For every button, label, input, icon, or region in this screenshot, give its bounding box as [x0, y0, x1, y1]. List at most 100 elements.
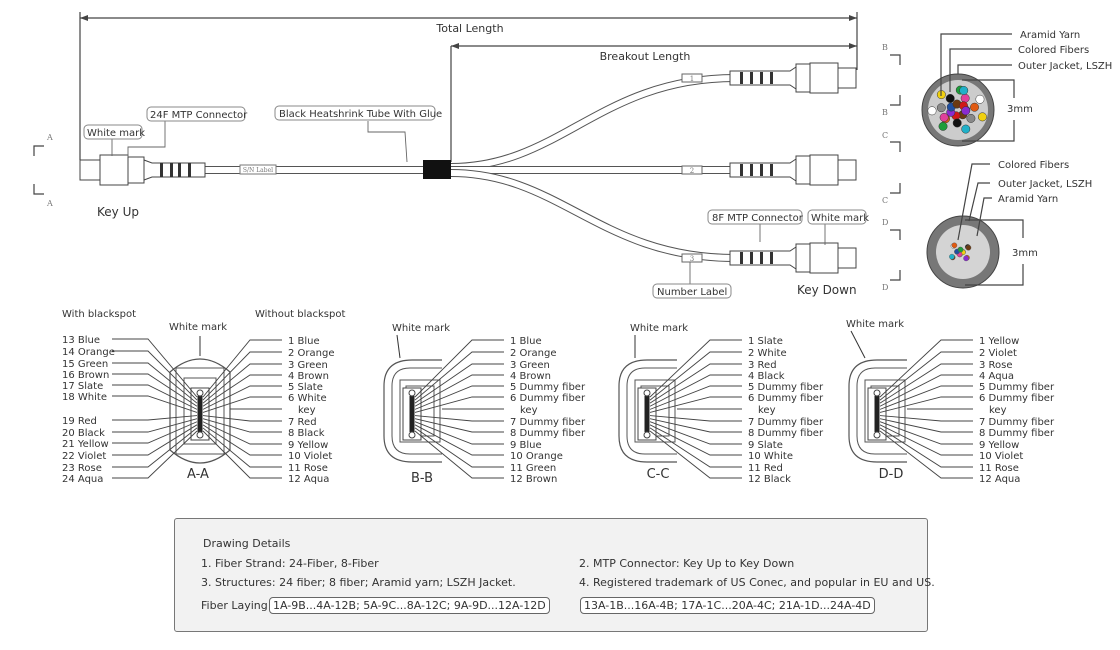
fiber-label: 3 Green [510, 360, 550, 371]
fiber-label: 18 White [62, 392, 107, 403]
connector-ferrule-housing [837, 159, 857, 181]
drawing-details-panel: Drawing Details 1. Fiber Strand: 24-Fibe… [174, 518, 935, 632]
fiber-label: 10 Violet [979, 451, 1023, 462]
connector-ferrule-housing [837, 247, 857, 269]
fiber-label: 5 Dummy fiber [510, 382, 586, 393]
fiber-label: 7 Red [288, 417, 317, 428]
key-down-label: Key Down [797, 283, 857, 297]
fiber-laying-label: Fiber Laying: [201, 599, 272, 612]
fiber-label: 11 Green [510, 463, 556, 474]
fiber-label: 16 Brown [62, 370, 109, 381]
fiber-leader [414, 385, 504, 410]
fiber-leader [649, 424, 742, 456]
fiber-label: 9 Blue [510, 440, 542, 451]
section-marker-letter: C [882, 196, 888, 205]
fiber [952, 118, 962, 128]
section-marker-b: B B [882, 43, 901, 117]
callout-number-label: Number Label [652, 262, 732, 299]
fiber-leader [414, 351, 504, 401]
boot-rib [740, 72, 743, 84]
connector-housing [809, 62, 839, 94]
white-mark-left-label: White mark [87, 128, 145, 139]
fiber-label: 6 Dummy fiber [979, 393, 1055, 404]
total-length-dimension: Total Length [79, 12, 858, 160]
fiber-label: 5 Dummy fiber [979, 382, 1055, 393]
section-title: D-D [879, 467, 904, 482]
boot-rib [170, 163, 173, 177]
fiber-leader [879, 415, 973, 422]
fiber-leader [202, 385, 282, 410]
boot-rib [760, 164, 763, 176]
fiber-leader [414, 427, 504, 468]
boot-rib [188, 163, 191, 177]
fiber [938, 121, 948, 131]
fiber-label: key [520, 405, 538, 416]
leg-number: 3 [690, 255, 694, 263]
details-item-2: 2. MTP Connector: Key Up to Key Down [579, 557, 795, 570]
cable-jacket [450, 74, 736, 171]
fiber-label: 7 Dummy fiber [748, 417, 824, 428]
connector-housing [809, 154, 839, 186]
callout-heatshrink: Black Heatshrink Tube With Glue [274, 105, 442, 163]
fiber-label: 8 Dummy fiber [979, 428, 1055, 439]
fiber-label: 3 Green [288, 360, 328, 371]
boot-rib [760, 72, 763, 84]
fiber-leader [202, 374, 282, 407]
fiber [961, 106, 971, 116]
fiber-label: 3 Rose [979, 360, 1013, 371]
details-item-1: 1. Fiber Strand: 24-Fiber, 8-Fiber [201, 557, 379, 570]
section-marker-c: C C [882, 131, 901, 205]
diameter-label: 3mm [1007, 104, 1033, 115]
fiber-label: 2 Orange [288, 348, 335, 359]
section-title: C-C [647, 467, 670, 482]
fiber-array [409, 396, 415, 432]
fiber-label: 15 Green [62, 359, 108, 370]
guide-hole [408, 431, 416, 439]
fiber-label: 9 Slate [748, 440, 783, 451]
fiber-array [644, 396, 650, 432]
fiber-label: 2 Violet [979, 348, 1017, 359]
fiber-laying-value-2: 13A-1B...16A-4B; 17A-1C...20A-4C; 21A-1D… [580, 597, 875, 614]
colored-fibers-label: Colored Fibers [1018, 45, 1089, 56]
fiber [957, 246, 964, 253]
fiber [963, 255, 969, 262]
fiber-label: key [298, 405, 316, 416]
fiber [975, 94, 985, 104]
fiber [965, 244, 972, 251]
cable-fill [450, 170, 736, 261]
section-title: B-B [411, 471, 433, 486]
fiber-label: 9 Yellow [979, 440, 1019, 451]
section-a-a: 1 Blue2 Orange3 Green4 Brown5 Slate6 Whi… [62, 309, 345, 485]
boot-rib [770, 252, 773, 264]
section-marker-a: A A [33, 133, 53, 208]
fiber-array [197, 396, 203, 432]
fiber-label: 2 Orange [510, 348, 557, 359]
sn-label-text: S/N Label [243, 167, 273, 174]
guide-hole [873, 431, 881, 439]
fiber [961, 124, 971, 134]
boot-rib [750, 252, 753, 264]
fiber-label: 19 Red [62, 416, 97, 427]
fiber-label: 8 Dummy fiber [510, 428, 586, 439]
boot-rib [750, 72, 753, 84]
fiber-label: 12 Black [748, 474, 791, 485]
white-mark-label: White mark [392, 323, 450, 334]
breakout-length-label: Breakout Length [600, 50, 691, 63]
with-blackspot-label: With blackspot [62, 309, 136, 320]
callout-8f-connector: 8F MTP Connector [707, 209, 804, 242]
fiber-leader [649, 421, 742, 445]
section-marker-letter: B [882, 43, 888, 52]
total-length-label: Total Length [435, 22, 503, 35]
fiber [970, 102, 979, 112]
fiber-label: 11 Red [748, 463, 783, 474]
fiber-laying-value-1: 1A-9B...4A-12B; 5A-9C...8A-12C; 9A-9D...… [269, 597, 550, 614]
fiber-label: 4 Black [748, 371, 785, 382]
fiber-label: 6 White [288, 393, 327, 404]
connector-housing [809, 242, 839, 274]
connector-body [795, 243, 811, 273]
fiber-label: 1 Yellow [979, 336, 1019, 347]
details-title: Drawing Details [203, 537, 291, 550]
guide-hole [408, 389, 416, 397]
aramid-yarn-label: Aramid Yarn [998, 194, 1058, 205]
fiber-label: 3 Red [748, 360, 777, 371]
